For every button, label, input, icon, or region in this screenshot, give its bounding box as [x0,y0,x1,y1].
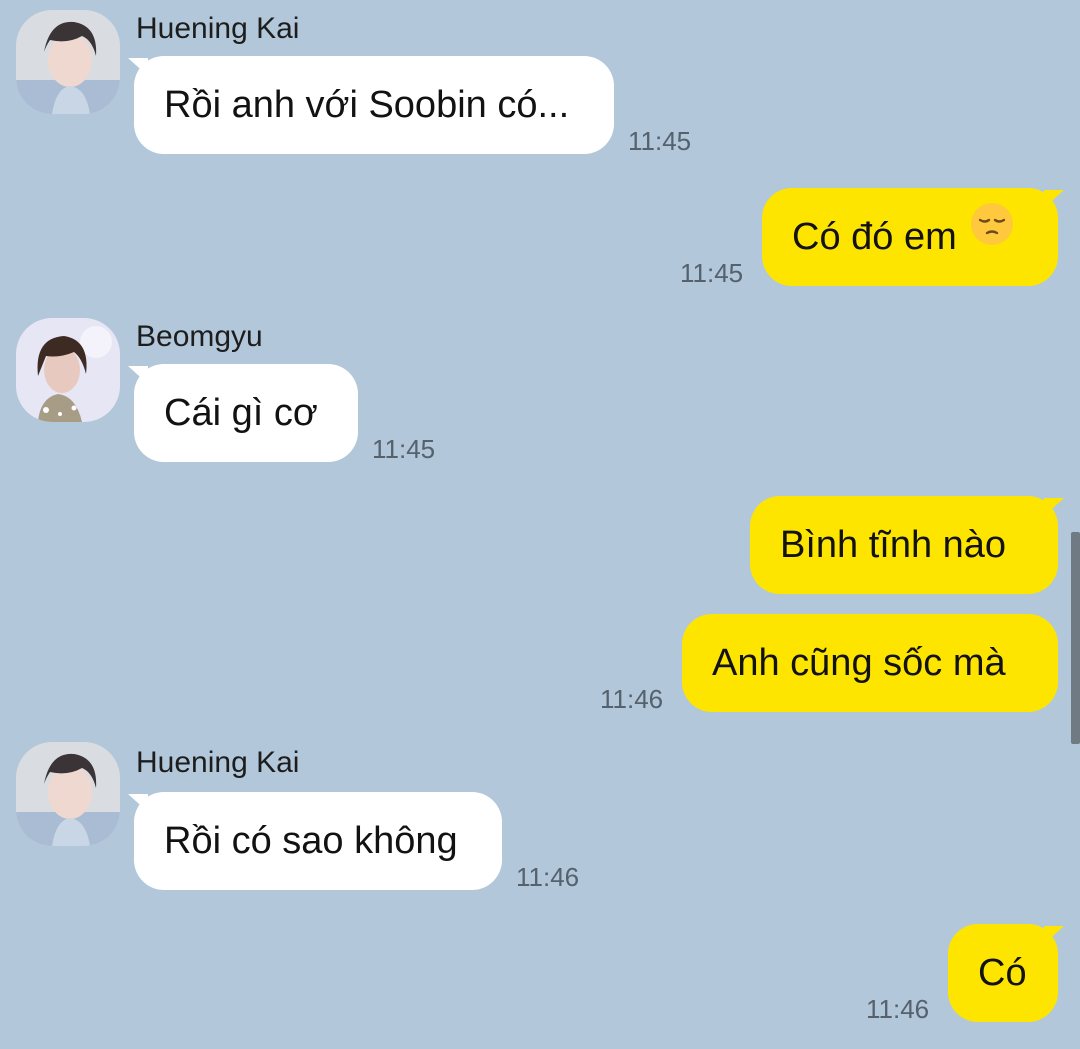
message-text: Bình tĩnh nào [780,524,1007,566]
message-timestamp: 11:45 [628,126,692,156]
message-bubble-outgoing[interactable]: Bình tĩnh nào [750,496,1058,594]
sender-name: Huening Kai [136,12,300,45]
message-timestamp: 11:46 [516,862,580,892]
message-bubble-incoming[interactable]: Rồi có sao không [134,792,502,890]
message-timestamp: 11:46 [600,684,664,714]
message-bubble-outgoing[interactable]: Có đó em [762,188,1058,286]
sender-name: Huening Kai [136,746,300,779]
message-text: Rồi anh với Soobin có... [164,84,570,126]
scrollbar[interactable] [1071,532,1080,744]
bubble-tail [1044,190,1064,208]
message-timestamp: 11:45 [680,258,744,288]
message-bubble-incoming[interactable]: Rồi anh với Soobin có... [134,56,614,154]
message-text: Có đó em [792,216,957,258]
message-bubble-outgoing[interactable]: Anh cũng sốc mà [682,614,1058,712]
avatar-huening-kai[interactable] [16,742,120,846]
message-bubble-incoming[interactable]: Cái gì cơ [134,364,358,462]
message-text: Anh cũng sốc mà [712,642,1006,684]
message-timestamp: 11:46 [866,994,930,1024]
message-text: Cái gì cơ [164,392,318,434]
pensive-face-icon [969,186,1015,284]
bubble-tail [1044,498,1064,516]
message-bubble-outgoing[interactable]: Có [948,924,1058,1022]
message-timestamp: 11:45 [372,434,436,464]
message-text: Rồi có sao không [164,820,458,862]
bubble-tail [1044,926,1064,944]
avatar-huening-kai[interactable] [16,10,120,114]
sender-name: Beomgyu [136,320,263,353]
message-text: Có [978,952,1027,994]
avatar-beomgyu[interactable] [16,318,120,422]
